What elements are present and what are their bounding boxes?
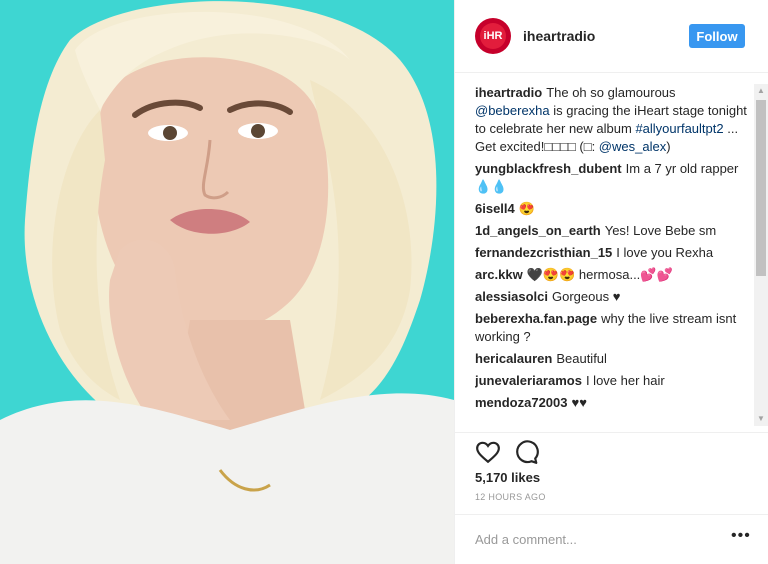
post-username[interactable]: iheartradio [523, 28, 595, 44]
comment-input[interactable] [475, 529, 715, 549]
caption-text: ) [666, 139, 671, 154]
caption-username[interactable]: iheartradio [475, 85, 542, 100]
hashtag-link[interactable]: #allyourfaultpt2 [635, 121, 723, 136]
more-options-icon[interactable]: ••• [731, 527, 751, 545]
post-panel: iHR iheartradio Follow iheartradio The oh… [454, 0, 768, 564]
caption-text: The oh so glamourous [546, 85, 676, 100]
comment-text: 🖤😍😍 hermosa...💕💕 [526, 267, 673, 282]
avatar[interactable]: iHR [475, 18, 511, 54]
scroll-up-icon[interactable]: ▲ [754, 84, 768, 98]
heart-icon[interactable] [475, 439, 501, 465]
comment-username[interactable]: mendoza72003 [475, 395, 568, 410]
comment-username[interactable]: arc.kkw [475, 267, 523, 282]
comment-username[interactable]: junevaleriaramos [475, 373, 582, 388]
caption: iheartradio The oh so glamourous @beberex… [475, 84, 751, 156]
list-item: junevaleriaramos I love her hair [475, 372, 751, 390]
list-item: hericalauren Beautiful [475, 350, 751, 368]
list-item: fernandezcristhian_15 I love you Rexha [475, 244, 751, 262]
comments-list[interactable]: iheartradio The oh so glamourous @beberex… [475, 84, 751, 426]
scroll-thumb[interactable] [756, 100, 766, 276]
comment-text: ♥♥ [571, 395, 587, 410]
comment-text: I love you Rexha [616, 245, 714, 260]
comment-text: Beautiful [556, 351, 607, 366]
list-item: alessiasolci Gorgeous ♥ [475, 288, 751, 306]
comment-text: Yes! Love Bebe sm [604, 223, 717, 238]
list-item: yungblackfresh_dubent Im a 7 yr old rappe… [475, 160, 751, 196]
comment-username[interactable]: 6isell4 [475, 201, 515, 216]
list-item: mendoza72003 ♥♥ [475, 394, 751, 412]
list-item: arc.kkw 🖤😍😍 hermosa...💕💕 [475, 266, 751, 284]
post-actions [455, 432, 768, 464]
comment-text: I love her hair [585, 373, 665, 388]
comment-username[interactable]: yungblackfresh_dubent [475, 161, 622, 176]
comment-username[interactable]: hericalauren [475, 351, 552, 366]
list-item: beberexha.fan.page why the live stream is… [475, 310, 751, 346]
comments-scrollbar[interactable]: ▲ ▼ [754, 84, 768, 426]
comment-username[interactable]: beberexha.fan.page [475, 311, 597, 326]
comment-text: 😍 [518, 201, 535, 216]
follow-button[interactable]: Follow [689, 24, 745, 48]
comment-username[interactable]: fernandezcristhian_15 [475, 245, 612, 260]
mention-link[interactable]: @wes_alex [599, 139, 666, 154]
comment-username[interactable]: 1d_angels_on_earth [475, 223, 601, 238]
portrait-image [0, 0, 454, 564]
comment-icon[interactable] [513, 439, 539, 465]
scroll-down-icon[interactable]: ▼ [754, 412, 768, 426]
add-comment-bar: ••• [455, 514, 768, 564]
list-item: 6isell4 😍 [475, 200, 751, 218]
likes-count[interactable]: 5,170 likes [475, 470, 540, 485]
list-item: 1d_angels_on_earth Yes! Love Bebe sm [475, 222, 751, 240]
comment-text: Gorgeous ♥ [552, 289, 621, 304]
mention-link[interactable]: @beberexha [475, 103, 550, 118]
iheartradio-logo-icon: iHR [480, 23, 506, 49]
post-timestamp[interactable]: 12 HOURS AGO [475, 492, 546, 502]
post-photo[interactable] [0, 0, 454, 564]
comment-username[interactable]: alessiasolci [475, 289, 548, 304]
post-header: iHR iheartradio Follow [455, 0, 768, 73]
